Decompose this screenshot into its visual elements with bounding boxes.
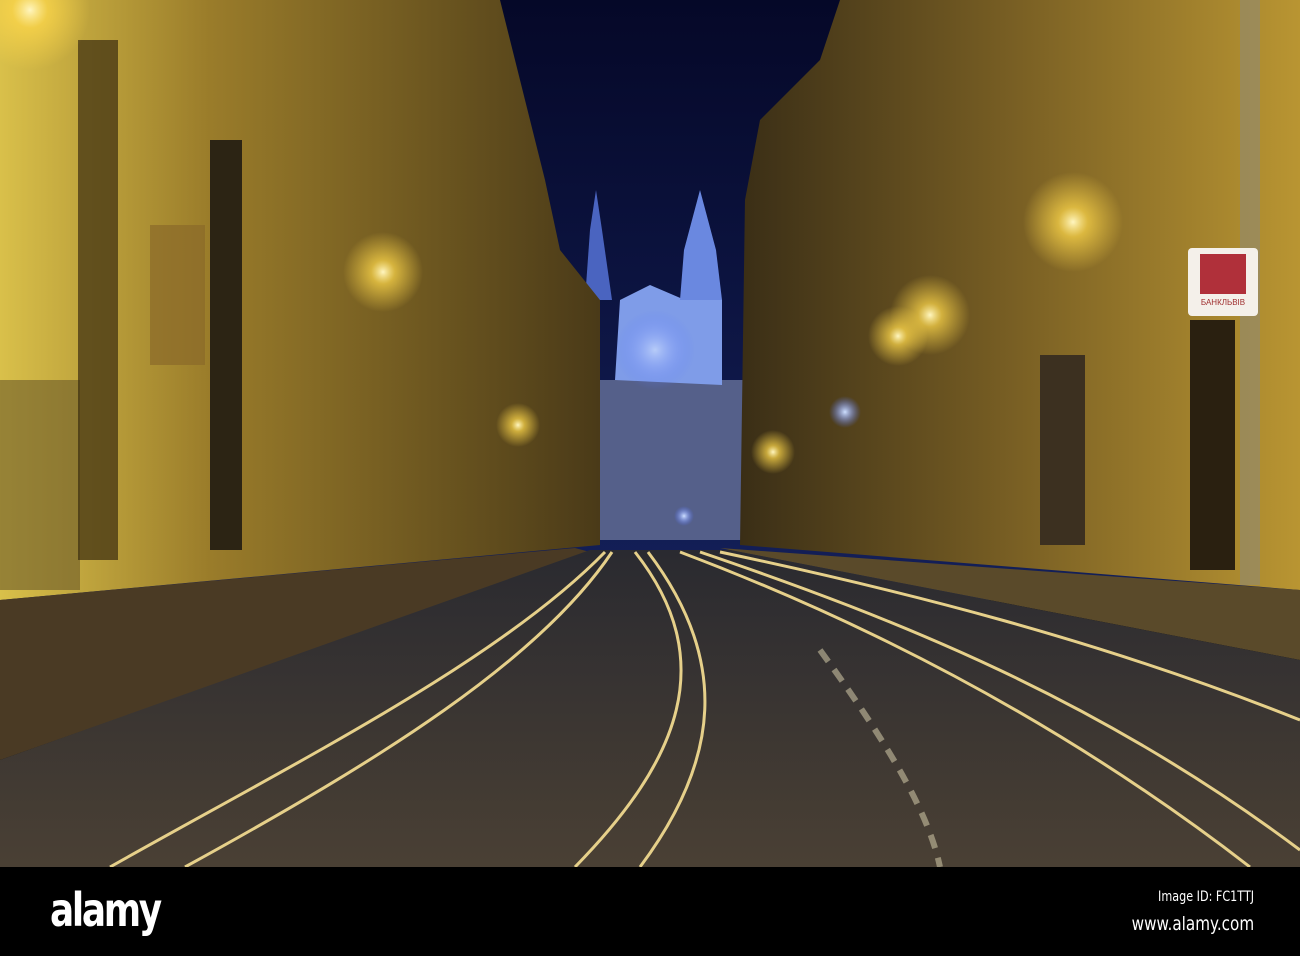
bank-sign: БАНКЛЬВІВ [1188, 248, 1258, 316]
site-url: www.alamy.com [1131, 913, 1254, 935]
watermark-bar: alamy Image ID: FC1TTJ www.alamy.com [0, 867, 1300, 956]
alamy-logo: alamy [50, 883, 162, 937]
street-photo: БАНКЛЬВІВ [0, 0, 1300, 867]
bank-sign-text: БАНКЛЬВІВ [1201, 298, 1245, 307]
image-id: Image ID: FC1TTJ [1157, 889, 1254, 905]
